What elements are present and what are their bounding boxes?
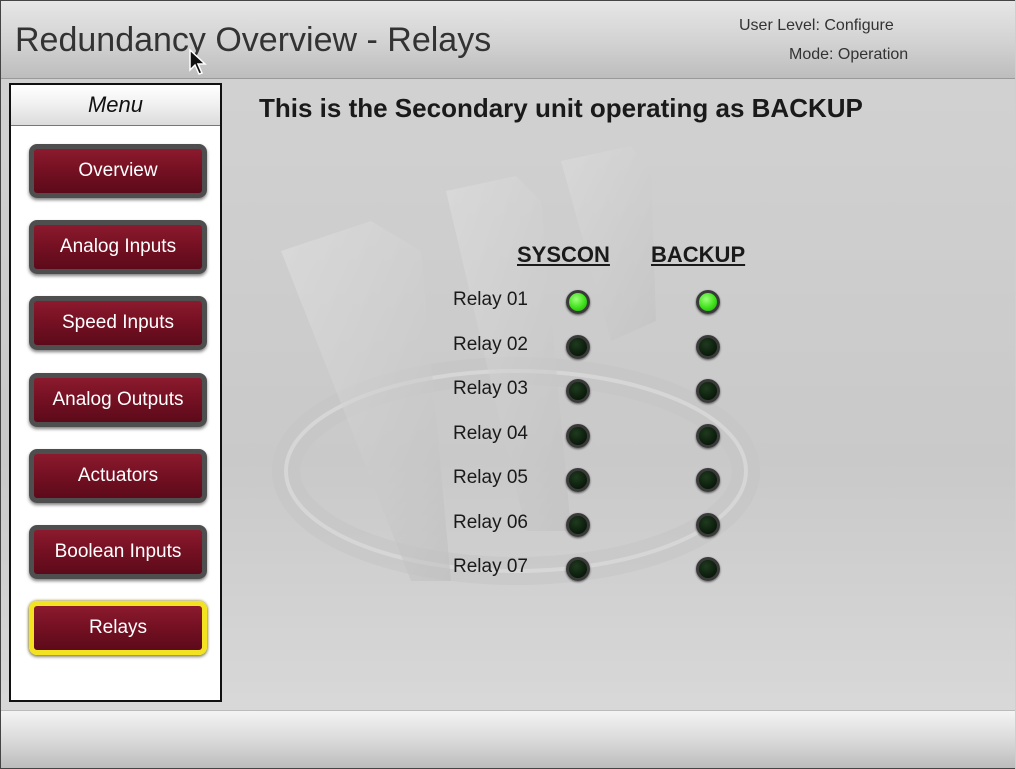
syscon-relay-indicator bbox=[566, 379, 590, 403]
actuators-button[interactable]: Actuators bbox=[29, 449, 207, 503]
relay-label: Relay 01 bbox=[453, 289, 528, 310]
backup-relay-indicator bbox=[696, 513, 720, 537]
overview-button[interactable]: Overview bbox=[29, 144, 207, 198]
relay-label: Relay 03 bbox=[453, 378, 528, 399]
syscon-relay-indicator bbox=[566, 557, 590, 581]
footer-bar bbox=[1, 710, 1015, 768]
mode-text: Mode: Operation bbox=[789, 46, 909, 63]
backup-relay-indicator bbox=[696, 557, 720, 581]
relay-label: Relay 05 bbox=[453, 467, 528, 488]
syscon-relay-indicator bbox=[566, 290, 590, 314]
relay-label: Relay 06 bbox=[453, 512, 528, 533]
backup-relay-indicator bbox=[696, 468, 720, 492]
relays-button[interactable]: Relays bbox=[29, 601, 207, 655]
menu-title: Menu bbox=[11, 85, 220, 126]
page-title: Redundancy Overview - Relays bbox=[15, 21, 492, 59]
boolean-inputs-button[interactable]: Boolean Inputs bbox=[29, 525, 207, 579]
relay-label: Relay 02 bbox=[453, 334, 528, 355]
relay-label: Relay 04 bbox=[453, 423, 528, 444]
menu-panel: Menu Overview Analog Inputs Speed Inputs… bbox=[9, 83, 222, 702]
syscon-relay-indicator bbox=[566, 424, 590, 448]
speed-inputs-button[interactable]: Speed Inputs bbox=[29, 296, 207, 350]
backup-relay-indicator bbox=[696, 290, 720, 314]
mouse-cursor-icon bbox=[189, 48, 207, 75]
syscon-relay-indicator bbox=[566, 335, 590, 359]
syscon-relay-indicator bbox=[566, 513, 590, 537]
user-level-text: User Level: Configure bbox=[739, 17, 894, 34]
header-bar: Redundancy Overview - Relays User Level:… bbox=[1, 1, 1015, 79]
unit-status-message: This is the Secondary unit operating as … bbox=[259, 93, 863, 123]
backup-relay-indicator bbox=[696, 379, 720, 403]
backup-relay-indicator bbox=[696, 424, 720, 448]
backup-relay-indicator bbox=[696, 335, 720, 359]
watermark-logo-icon bbox=[272, 146, 760, 585]
syscon-relay-indicator bbox=[566, 468, 590, 492]
syscon-column-header: SYSCON bbox=[517, 242, 610, 267]
analog-outputs-button[interactable]: Analog Outputs bbox=[29, 373, 207, 427]
analog-inputs-button[interactable]: Analog Inputs bbox=[29, 220, 207, 274]
hmi-screen: Redundancy Overview - Relays User Level:… bbox=[0, 0, 1015, 769]
backup-column-header: BACKUP bbox=[651, 242, 746, 267]
relay-label: Relay 07 bbox=[453, 556, 528, 577]
